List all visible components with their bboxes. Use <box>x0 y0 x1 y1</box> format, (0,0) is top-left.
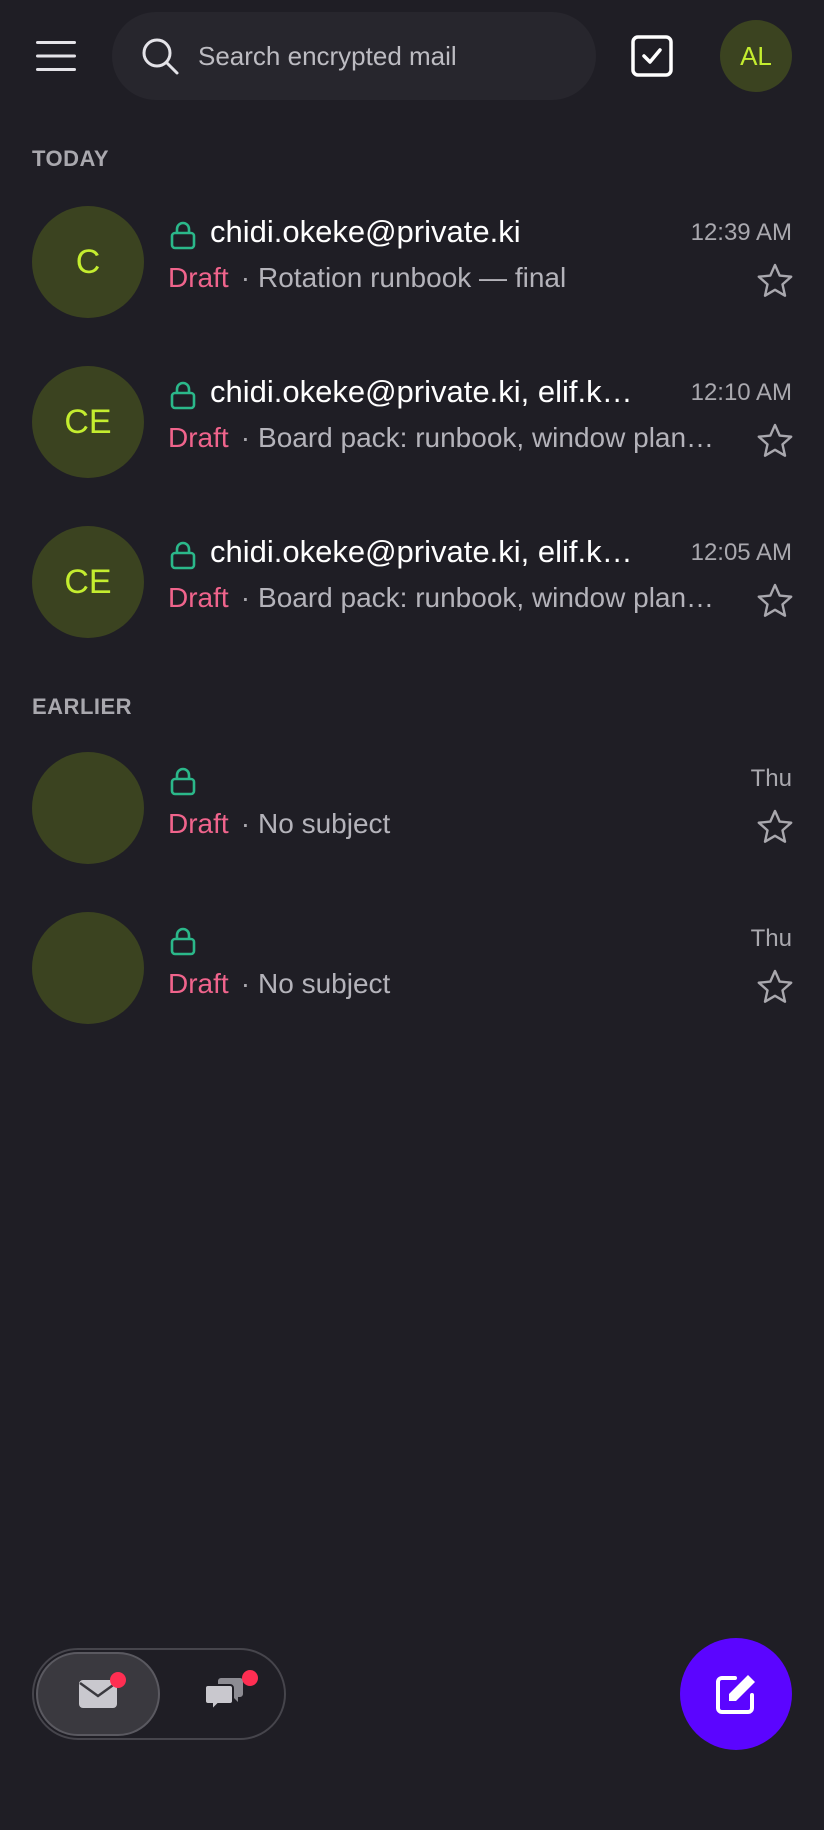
message-time: 12:39 AM <box>690 219 792 246</box>
message-time: Thu <box>750 925 792 952</box>
draft-label: Draft <box>168 968 229 999</box>
mail-app: AL TODAY C chidi.okeke@private.ki 12:39 … <box>0 0 824 1830</box>
message-summary: Draft · No subject <box>168 966 738 1002</box>
message-row[interactable]: CE chidi.okeke@private.ki, elif.k… 12:05… <box>0 502 824 662</box>
star-icon[interactable] <box>756 808 794 846</box>
draft-label: Draft <box>168 262 229 293</box>
separator: · <box>240 422 251 453</box>
select-mode-button[interactable] <box>628 32 676 80</box>
separator: · <box>240 262 251 293</box>
sender-name: chidi.okeke@private.ki <box>210 214 521 249</box>
separator: · <box>240 582 251 613</box>
search-bar[interactable] <box>112 12 596 100</box>
draft-label: Draft <box>168 808 229 839</box>
sender-avatar: CE <box>32 366 144 478</box>
sender-avatar <box>32 912 144 1024</box>
sender-name: chidi.okeke@private.ki, elif.k… <box>210 534 633 569</box>
star-icon[interactable] <box>756 968 794 1006</box>
message-subject: Board pack: runbook, window plan… <box>258 422 715 453</box>
top-bar: AL <box>0 0 824 112</box>
message-row[interactable]: CE chidi.okeke@private.ki, elif.k… 12:10… <box>0 342 824 502</box>
message-summary: Draft · Rotation runbook — final <box>168 260 738 296</box>
message-summary: Draft · Board pack: runbook, window plan… <box>168 420 738 456</box>
section-header-today: TODAY <box>32 146 110 171</box>
message-time: 12:10 AM <box>690 379 792 406</box>
message-summary: Draft · Board pack: runbook, window plan… <box>168 580 738 616</box>
message-row[interactable]: Thu Draft · No subject <box>0 728 824 888</box>
lock-icon <box>170 541 196 570</box>
search-icon <box>142 38 179 75</box>
compose-button[interactable] <box>680 1638 792 1750</box>
chat-notification-dot <box>242 1670 258 1686</box>
mail-notification-dot <box>110 1672 126 1688</box>
chat-tab[interactable] <box>162 1652 286 1736</box>
lock-icon <box>170 767 196 796</box>
separator: · <box>240 808 251 839</box>
lock-icon <box>170 221 196 250</box>
account-avatar[interactable]: AL <box>720 20 792 92</box>
separator: · <box>240 968 251 999</box>
star-icon[interactable] <box>756 262 794 300</box>
message-subject: Board pack: runbook, window plan… <box>258 582 715 613</box>
sender-avatar: C <box>32 206 144 318</box>
lock-icon <box>170 927 196 956</box>
menu-button[interactable] <box>28 30 84 82</box>
lock-icon <box>170 381 196 410</box>
sender-name: chidi.okeke@private.ki, elif.k… <box>210 374 633 409</box>
draft-label: Draft <box>168 422 229 453</box>
section-header-earlier: EARLIER <box>32 694 133 719</box>
message-subject: No subject <box>258 968 391 999</box>
search-input[interactable] <box>198 12 578 100</box>
hamburger-menu-icon <box>36 41 76 71</box>
sender-avatar <box>32 752 144 864</box>
message-time: Thu <box>750 765 792 792</box>
star-icon[interactable] <box>756 582 794 620</box>
chat-bubbles-icon <box>204 1678 243 1712</box>
star-icon[interactable] <box>756 422 794 460</box>
message-row[interactable]: C chidi.okeke@private.ki 12:39 AM Draft ·… <box>0 182 824 342</box>
message-summary: Draft · No subject <box>168 806 738 842</box>
message-row[interactable]: Thu Draft · No subject <box>0 888 824 1048</box>
mail-chat-toggle <box>32 1648 286 1740</box>
message-time: 12:05 AM <box>690 539 792 566</box>
message-subject: No subject <box>258 808 391 839</box>
sender-avatar: CE <box>32 526 144 638</box>
draft-label: Draft <box>168 582 229 613</box>
message-subject: Rotation runbook — final <box>258 262 567 293</box>
mail-tab[interactable] <box>36 1652 160 1736</box>
pencil-edit-icon <box>716 1675 755 1714</box>
checkbox-icon <box>631 35 673 77</box>
